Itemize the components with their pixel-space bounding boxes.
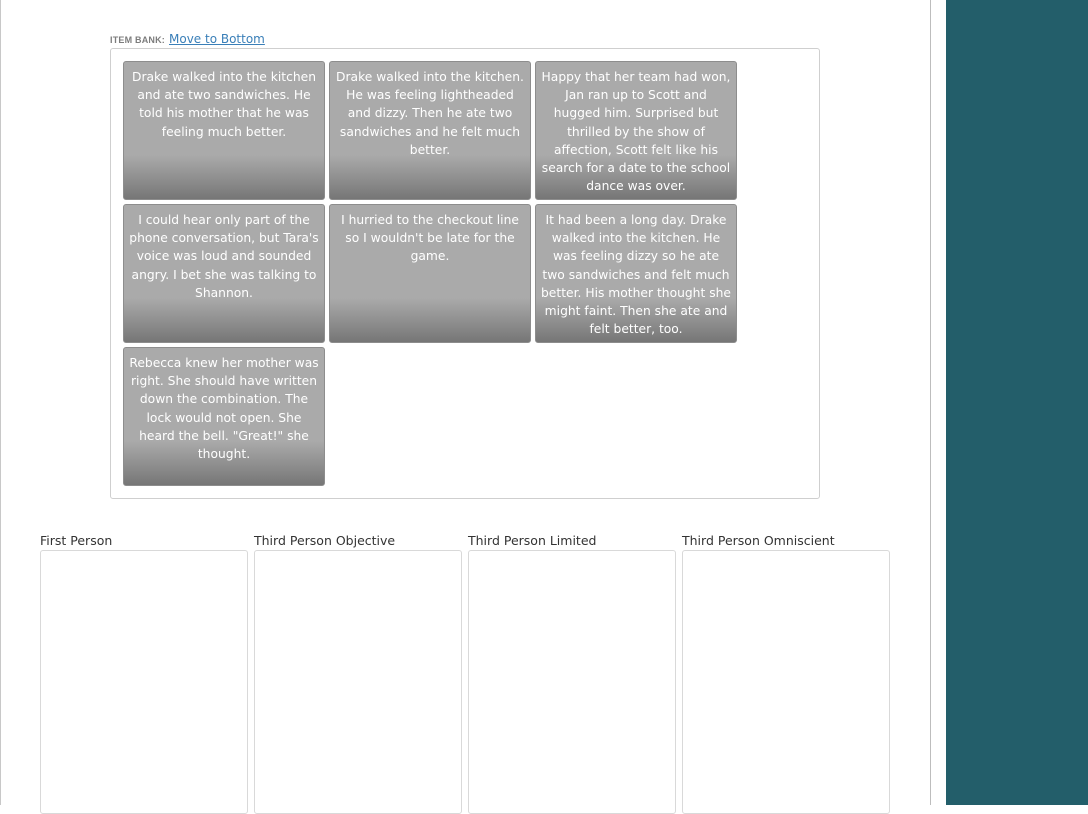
item-bank-label: ITEM BANK: (110, 35, 165, 45)
item-bank-tiles: Drake walked into the kitchen and ate tw… (123, 61, 743, 486)
drop-zone-third-person-objective[interactable] (254, 550, 462, 814)
drag-item[interactable]: I could hear only part of the phone conv… (123, 204, 325, 343)
drop-zone-third-person-limited[interactable] (468, 550, 676, 814)
category-label-third-person-objective: Third Person Objective (254, 533, 396, 548)
item-bank[interactable]: Drake walked into the kitchen and ate tw… (110, 48, 820, 499)
category-label-first-person: First Person (40, 533, 113, 548)
gap-strip (931, 0, 946, 805)
side-panel (946, 0, 1088, 805)
drag-item[interactable]: Rebecca knew her mother was right. She s… (123, 347, 325, 486)
drag-item[interactable]: Drake walked into the kitchen. He was fe… (329, 61, 531, 200)
category-label-third-person-omniscient: Third Person Omniscient (682, 533, 835, 548)
drag-item[interactable]: It had been a long day. Drake walked int… (535, 204, 737, 343)
drag-item[interactable]: I hurried to the checkout line so I woul… (329, 204, 531, 343)
category-label-third-person-limited: Third Person Limited (468, 533, 597, 548)
drag-item[interactable]: Drake walked into the kitchen and ate tw… (123, 61, 325, 200)
drag-item[interactable]: Happy that her team had won, Jan ran up … (535, 61, 737, 200)
drop-zone-first-person[interactable] (40, 550, 248, 814)
move-to-bottom-link[interactable]: Move to Bottom (169, 32, 265, 46)
drop-zone-third-person-omniscient[interactable] (682, 550, 890, 814)
item-bank-header: ITEM BANK: Move to Bottom (110, 32, 265, 48)
